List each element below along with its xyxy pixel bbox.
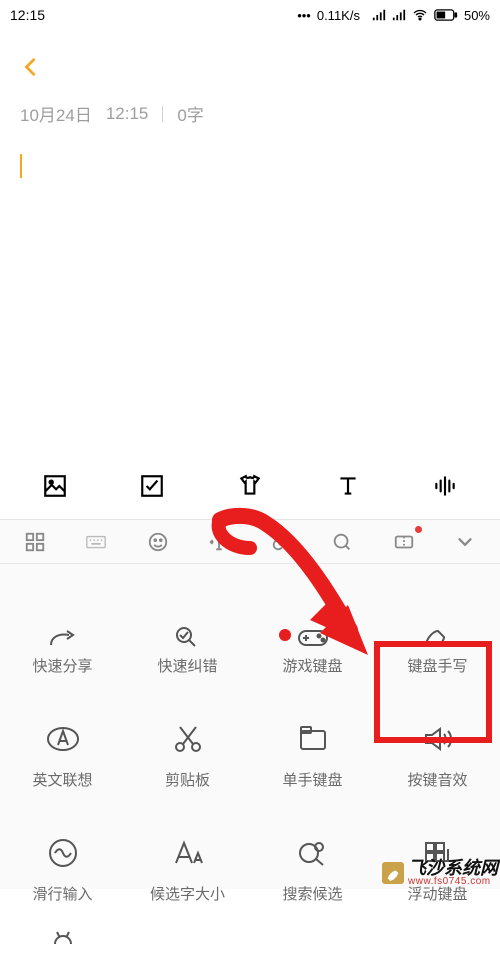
note-header: 10月24日 12:15 0字 [0,30,500,188]
keyboard-panel: 快速分享 快速纠错 游戏键盘 键盘手写 英文联想 剪贴板 单手键盘 [0,519,500,889]
tool-kbd-handwrite[interactable]: 键盘手写 [375,568,500,676]
scissors-icon [168,719,208,759]
speaker-sound-icon [418,719,458,759]
checklist-icon[interactable] [136,470,168,502]
tab-collapse-icon[interactable] [450,527,480,557]
battery-icon [434,9,458,21]
tool-partial-1[interactable] [0,910,125,958]
tool-partial-2[interactable] [125,910,250,958]
tool-label: 键盘手写 [407,655,467,676]
watermark-logo-icon [382,862,404,884]
tool-label: 滑行输入 [32,883,92,904]
tool-label: 候选字大小 [150,883,225,904]
keyboard-tabs [0,520,500,564]
note-toolbar [0,458,500,514]
tool-quick-share[interactable]: 快速分享 [0,568,125,676]
tool-label: 英文联想 [32,769,92,790]
gear-partial-icon [43,916,83,956]
tool-label: 剪贴板 [165,769,210,790]
shirt-icon[interactable] [234,470,266,502]
gamepad-icon [293,627,333,647]
watermark-sub: www.fs0745.com [408,877,498,887]
note-time: 12:15 [106,104,149,124]
status-bar: 12:15 ••• 0.11K/s 50% [0,0,500,30]
tool-swipe-input[interactable]: 滑行输入 [0,796,125,904]
tool-label: 游戏键盘 [282,655,342,676]
tool-label: 快速纠错 [157,655,217,676]
note-meta: 10月24日 12:15 0字 [20,101,480,126]
signal-icon-2 [392,8,406,22]
tab-emoji-icon[interactable] [143,527,173,557]
tool-cand-size[interactable]: 候选字大小 [125,796,250,904]
tab-coupon-icon[interactable] [389,527,419,557]
note-wordcount: 0字 [177,101,203,126]
tool-en-predict[interactable]: 英文联想 [0,682,125,790]
tab-search-icon[interactable] [327,527,357,557]
tool-quick-correct[interactable]: 快速纠错 [125,568,250,676]
tool-partial-4[interactable] [375,910,500,958]
signal-icon-1 [372,8,386,22]
back-button[interactable] [20,55,480,83]
tab-grid-icon[interactable] [20,527,50,557]
watermark-title: 飞沙系统网 [408,858,498,878]
watermark: 飞沙系统网 www.fs0745.com [382,859,498,887]
voice-wave-icon[interactable] [429,470,461,502]
tool-game-kbd[interactable]: 游戏键盘 [250,568,375,676]
meta-divider [162,106,163,122]
tab-link-icon[interactable] [266,527,296,557]
status-more-icon: ••• [297,8,311,23]
tab-keyboard-icon[interactable] [81,527,111,557]
share-out-icon [43,627,83,647]
encircled-a-icon [43,719,83,759]
tool-label: 按键音效 [407,769,467,790]
tool-partial-3[interactable] [250,910,375,958]
pen-brush-icon [418,627,458,647]
battery-pct: 50% [464,8,490,23]
wifi-icon [412,7,428,23]
font-size-icon [168,833,208,873]
tool-label: 快速分享 [32,655,92,676]
tool-key-sound[interactable]: 按键音效 [375,682,500,790]
status-time: 12:15 [10,7,45,23]
one-hand-kbd-icon [293,719,333,759]
text-format-icon[interactable] [332,470,364,502]
notification-dot-icon [415,526,422,533]
status-netspeed: 0.11K/s [317,8,360,23]
text-cursor[interactable] [20,154,22,178]
swipe-wave-icon [43,833,83,873]
magnify-check-icon [168,627,208,647]
search-toggle-icon [293,833,333,873]
tool-clipboard[interactable]: 剪贴板 [125,682,250,790]
image-icon[interactable] [39,470,71,502]
note-date: 10月24日 [20,101,92,126]
tool-search-cand[interactable]: 搜索候选 [250,796,375,904]
keyboard-tools-grid: 快速分享 快速纠错 游戏键盘 键盘手写 英文联想 剪贴板 单手键盘 [0,564,500,958]
tool-float-kbd[interactable]: 浮动键盘 [375,796,500,904]
tab-cursor-move-icon[interactable] [204,527,234,557]
tool-label: 搜索候选 [282,883,342,904]
tool-label: 单手键盘 [282,769,342,790]
tool-one-hand[interactable]: 单手键盘 [250,682,375,790]
